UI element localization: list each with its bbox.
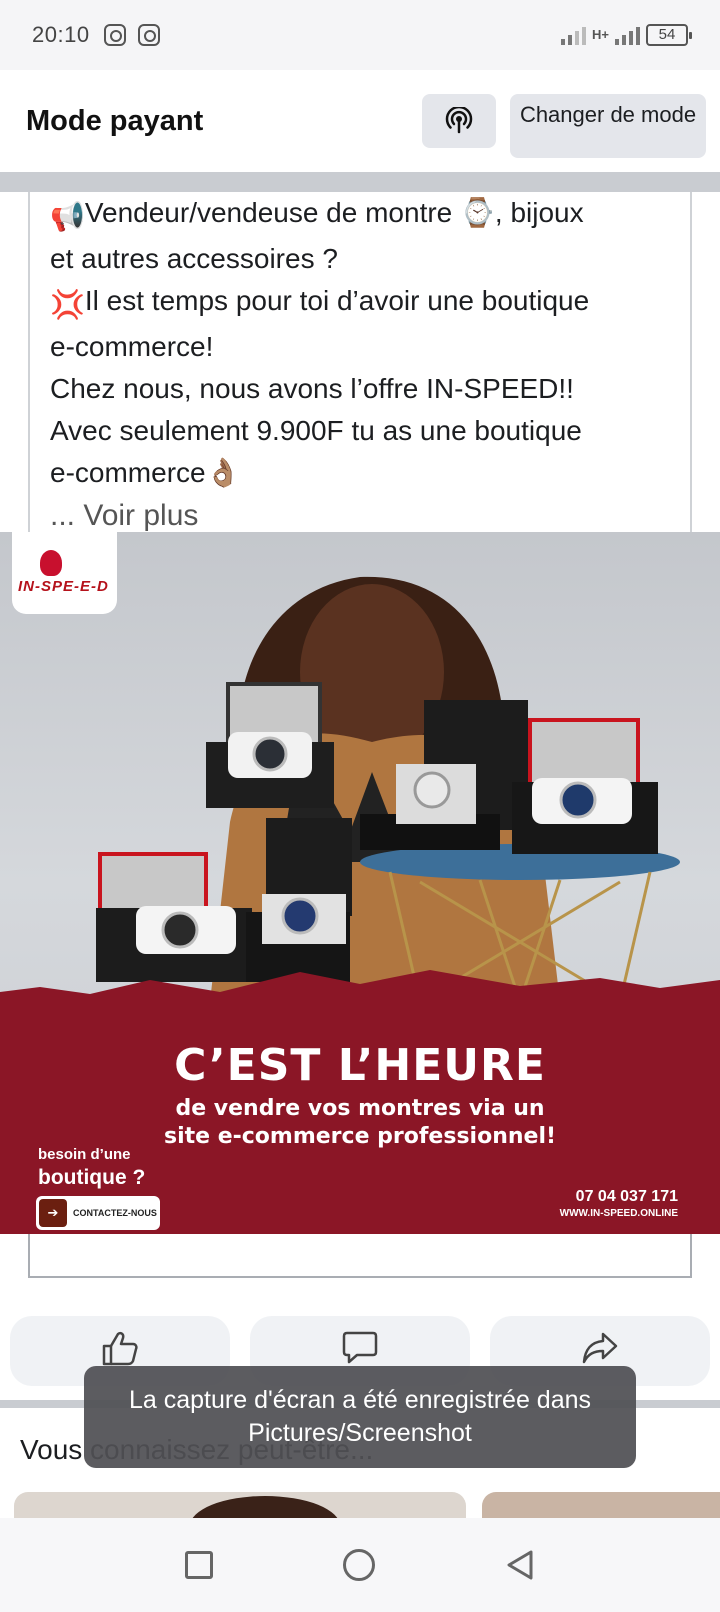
system-nav-bar (0, 1518, 720, 1612)
ad-subline: de vendre vos montres via un (175, 1096, 545, 1121)
ad-headline: C’EST L’HEURE (174, 1040, 546, 1091)
status-indicators: H+ 54 (561, 24, 692, 46)
screenshot-toast: La capture d'écran a été enregistrée dan… (84, 1366, 636, 1468)
status-bar: 20:10 H+ 54 (0, 0, 720, 70)
signal-icon (561, 25, 587, 45)
bulb-icon (40, 550, 62, 576)
post-line: Avec seulement 9.900F tu as une boutique (50, 415, 582, 446)
post-line: e-commerce👌🏽 (50, 457, 241, 488)
divider (0, 172, 720, 192)
change-mode-button[interactable]: Changer de mode (510, 94, 706, 158)
brand-logo: IN-SPE-E-D (12, 532, 117, 614)
status-time: 20:10 (32, 22, 90, 47)
instagram-icon (103, 24, 126, 46)
post-line: Chez nous, nous avons l’offre IN-SPEED!! (50, 373, 574, 404)
post-line: 📢Vendeur/vendeuse de montre ⌚, bijoux (50, 197, 584, 232)
network-type: H+ (592, 27, 609, 42)
battery-icon: 54 (646, 24, 692, 46)
see-more-link[interactable]: ... Voir plus (50, 494, 670, 532)
post-line: 💢Il est temps pour toi d’avoir une bouti… (50, 285, 590, 320)
thumbs-up-icon (102, 1331, 138, 1366)
home-button[interactable] (343, 1549, 375, 1581)
post-footer-border (28, 1234, 692, 1278)
post-line: et autres accessoires ? (50, 243, 338, 274)
ad-contact-button: ➔ CONTACTEZ-NOUS (36, 1196, 160, 1230)
comment-icon (342, 1331, 378, 1364)
recents-button[interactable] (185, 1551, 213, 1579)
ad-tagline: besoin d’une (38, 1146, 131, 1163)
broadcast-icon (445, 107, 473, 134)
app-header: Mode payant Changer de mode (0, 70, 720, 172)
ad-tagline-bold: boutique ? (38, 1166, 146, 1189)
ad-phone: 07 04 037 171 (575, 1188, 678, 1205)
signal-icon-2 (615, 25, 640, 45)
ad-url: WWW.IN-SPEED.ONLINE (559, 1208, 678, 1219)
share-icon (582, 1332, 618, 1364)
ad-image[interactable]: IN-SPE-E-D C’EST L’HEURE de vendre vos m… (0, 532, 720, 1234)
post-text: 📢Vendeur/vendeuse de montre ⌚, bijoux et… (28, 192, 692, 532)
instagram-icon (137, 24, 160, 46)
back-button[interactable] (505, 1549, 535, 1581)
broadcast-button[interactable] (422, 94, 496, 148)
arrow-right-icon: ➔ (39, 1199, 67, 1227)
post-line: e-commerce! (50, 331, 214, 362)
page-title: Mode payant (26, 104, 204, 137)
